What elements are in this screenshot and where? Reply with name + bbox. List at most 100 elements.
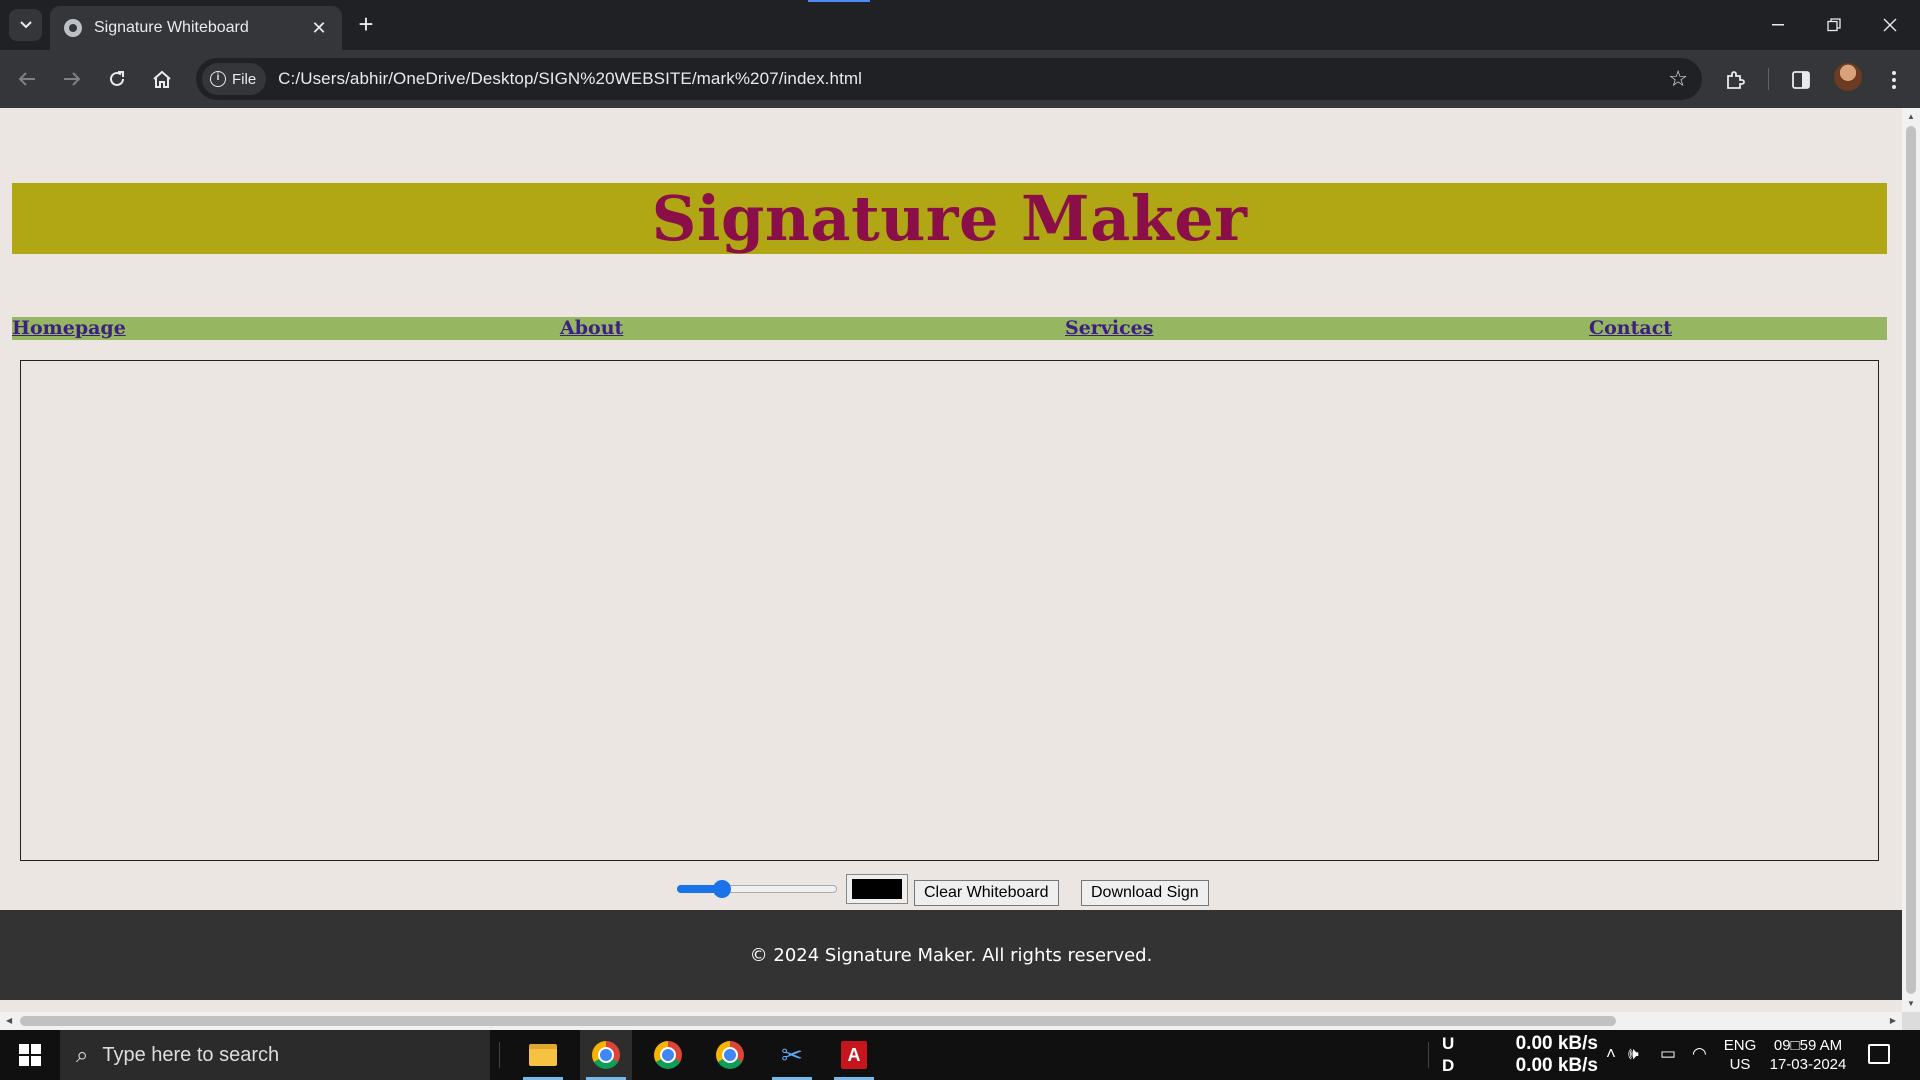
arrow-left-icon [18,72,35,86]
scroll-up-arrow-icon[interactable]: ▲ [1907,112,1915,121]
vertical-scrollbar[interactable]: ▲ ▼ [1902,108,1920,1012]
loading-indicator [808,0,870,2]
chrome-app-3[interactable] [704,1030,756,1080]
wifi-icon[interactable]: ◠ [1692,1044,1707,1064]
info-icon: i [210,71,226,87]
url-text[interactable]: C:/Users/abhir/OneDrive/Desktop/SIGN%20W… [278,69,862,89]
chrome-app-2[interactable] [642,1030,694,1080]
net-speed-labels: U D [1442,1033,1454,1077]
vertical-scroll-thumb[interactable] [1906,126,1916,994]
new-tab-button[interactable]: + [350,9,382,41]
region-code: US [1729,1056,1751,1073]
windows-taskbar: ⌕ Type here to search ✂ A U D 0.00 kB/s … [0,1030,1920,1080]
start-button[interactable] [0,1030,60,1080]
header-banner: Signature Maker [12,182,1887,255]
extensions-button[interactable] [1719,64,1751,96]
scrollbar-corner [1902,1012,1920,1030]
net-up-label: U [1442,1034,1455,1053]
toolbar-divider [1768,68,1769,90]
profile-avatar[interactable] [1834,63,1862,91]
scroll-down-arrow-icon[interactable]: ▼ [1907,999,1915,1008]
close-window-button[interactable] [1862,0,1918,50]
close-tab-icon[interactable]: ✕ [308,18,330,39]
whiteboard-controls: Clear Whiteboard Download Sign [0,865,1902,906]
reload-button[interactable] [100,62,134,96]
clock-date: 17-03-2024 [1769,1056,1847,1073]
nav-link-contact[interactable]: Contact [1589,317,1672,340]
file-explorer-app[interactable] [517,1030,569,1080]
page-viewport: Signature Maker Homepage About Services … [0,108,1902,1012]
main-nav: Homepage About Services Contact [12,317,1887,340]
snipping-tool-app[interactable]: ✂ [766,1030,818,1080]
page-footer: © 2024 Signature Maker. All rights reser… [0,910,1902,1000]
chrome-icon [716,1041,744,1069]
page-title: Signature Maker [651,182,1248,255]
search-icon: ⌕ [76,1042,89,1067]
scissors-icon: ✂ [781,1040,803,1070]
scroll-left-arrow-icon[interactable]: ◀ [6,1016,12,1025]
chrome-icon [654,1041,682,1069]
nav-link-homepage[interactable]: Homepage [12,317,126,340]
tab-strip: Signature Whiteboard ✕ + [0,0,1920,50]
clear-whiteboard-button[interactable]: Clear Whiteboard [914,880,1059,906]
download-sign-button[interactable]: Download Sign [1081,880,1209,906]
back-button[interactable] [10,62,44,96]
horizontal-scrollbar[interactable]: ◀ ▶ [0,1012,1902,1030]
net-down-speed: 0.00 kB/s [1515,1055,1598,1076]
language-indicator[interactable]: ENG US [1722,1036,1758,1074]
arrow-right-icon [64,72,81,86]
bookmark-star-icon[interactable]: ☆ [1668,66,1688,92]
pen-color-picker[interactable] [846,874,908,904]
minimize-button[interactable] [1750,0,1806,50]
color-preview [852,879,902,899]
site-info-chip[interactable]: i File [202,63,267,95]
more-vert-icon [1892,71,1896,89]
globe-icon [64,19,82,37]
address-bar[interactable]: i File C:/Users/abhir/OneDrive/Desktop/S… [196,58,1702,100]
restore-icon [1827,18,1841,32]
slider-thumb[interactable] [712,880,731,898]
taskbar-divider [499,1042,500,1068]
taskbar-search[interactable]: ⌕ Type here to search [60,1030,490,1080]
close-icon [1883,18,1897,32]
tab-search-button[interactable] [9,9,42,41]
net-up-speed: 0.00 kB/s [1515,1033,1598,1054]
restore-button[interactable] [1806,0,1862,50]
show-hidden-icons-chevron-icon[interactable]: ˄ [1606,1044,1616,1064]
side-panel-button[interactable] [1785,64,1817,96]
folder-icon [529,1044,557,1066]
windows-logo-icon [19,1044,41,1066]
language-code: ENG [1723,1037,1757,1054]
nav-link-services[interactable]: Services [1065,317,1153,340]
net-speed-values: 0.00 kB/s 0.00 kB/s [1508,1033,1598,1077]
forward-button[interactable] [55,62,89,96]
acrobat-app[interactable]: A [828,1030,880,1080]
volume-icon[interactable]: 🕪 [1628,1044,1639,1064]
browser-tab[interactable]: Signature Whiteboard ✕ [50,6,342,50]
tray-divider [1428,1042,1429,1068]
nav-link-about[interactable]: About [560,317,623,340]
home-icon [153,70,171,88]
search-placeholder: Type here to search [102,1043,280,1066]
copyright-text: © 2024 Signature Maker. All rights reser… [749,944,1153,966]
home-button[interactable] [145,62,179,96]
chrome-icon [592,1041,620,1069]
browser-menu-button[interactable] [1878,64,1910,96]
signature-canvas[interactable] [20,360,1879,861]
clock-time: 09□59 AM [1773,1037,1843,1054]
horizontal-scroll-thumb[interactable] [20,1016,1616,1026]
net-down-label: D [1442,1056,1455,1075]
taskbar-clock[interactable]: 09□59 AM 17-03-2024 [1768,1036,1848,1074]
battery-icon[interactable]: ▭ [1660,1044,1676,1064]
puzzle-icon [1727,71,1745,89]
site-info-label: File [232,70,257,88]
chrome-app-1[interactable] [580,1030,632,1080]
chevron-down-icon [19,21,32,29]
pen-size-slider[interactable] [677,880,837,898]
side-panel-icon [1792,71,1810,89]
notification-center-icon[interactable] [1868,1044,1890,1064]
reload-icon [110,71,124,86]
browser-toolbar: i File C:/Users/abhir/OneDrive/Desktop/S… [0,50,1920,108]
tab-title: Signature Whiteboard [94,19,249,36]
scroll-right-arrow-icon[interactable]: ▶ [1890,1016,1896,1025]
